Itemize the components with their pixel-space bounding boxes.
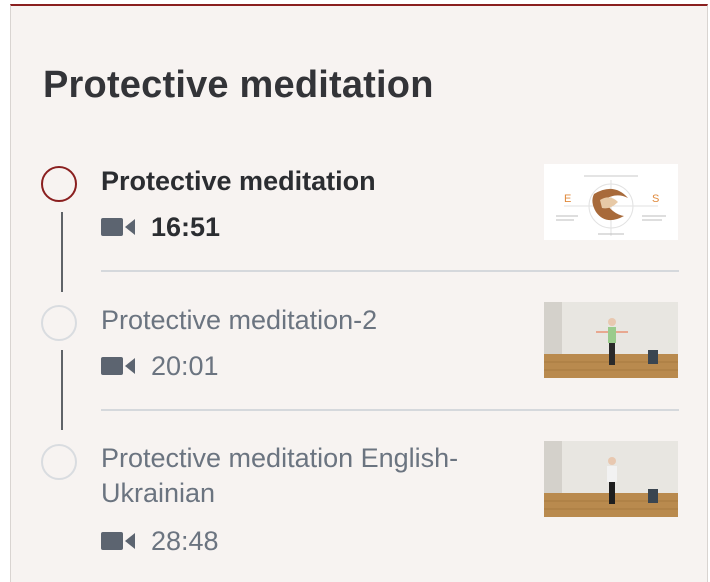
lesson-title[interactable]: Protective meditation-2 — [101, 303, 377, 338]
progress-circle — [41, 305, 77, 341]
diagram-thumbnail-image: E S — [544, 164, 678, 240]
timeline-connector — [61, 350, 63, 430]
timeline-connector — [61, 212, 63, 292]
video-camera-icon — [101, 532, 135, 550]
thumb-letter-left: E — [564, 193, 571, 205]
lesson-duration: 20:01 — [151, 350, 219, 381]
progress-circle-active — [41, 166, 77, 202]
video-camera-icon — [101, 218, 135, 236]
thumb-letter-right: S — [652, 193, 659, 205]
section-title: Protective meditation — [43, 64, 434, 106]
lesson-thumbnail[interactable]: E S — [544, 164, 678, 240]
lesson-title[interactable]: Protective meditation — [101, 164, 376, 199]
item-divider — [101, 270, 679, 272]
lesson-thumbnail[interactable] — [544, 441, 678, 517]
lesson-title[interactable]: Protective meditation English-Ukrainian — [101, 441, 521, 511]
lesson-duration-row: 28:48 — [101, 526, 219, 556]
lesson-panel: Protective meditation Protective meditat… — [10, 4, 708, 582]
video-camera-icon — [101, 357, 135, 375]
item-divider — [101, 409, 679, 411]
lesson-duration-row: 20:01 — [101, 351, 219, 381]
video-thumbnail-image — [544, 302, 678, 378]
lesson-duration: 28:48 — [151, 525, 219, 556]
lesson-duration: 16:51 — [151, 211, 221, 242]
lesson-duration-row: 16:51 — [101, 212, 220, 242]
lesson-thumbnail[interactable] — [544, 302, 678, 378]
progress-circle — [41, 444, 77, 480]
video-thumbnail-image — [544, 441, 678, 517]
